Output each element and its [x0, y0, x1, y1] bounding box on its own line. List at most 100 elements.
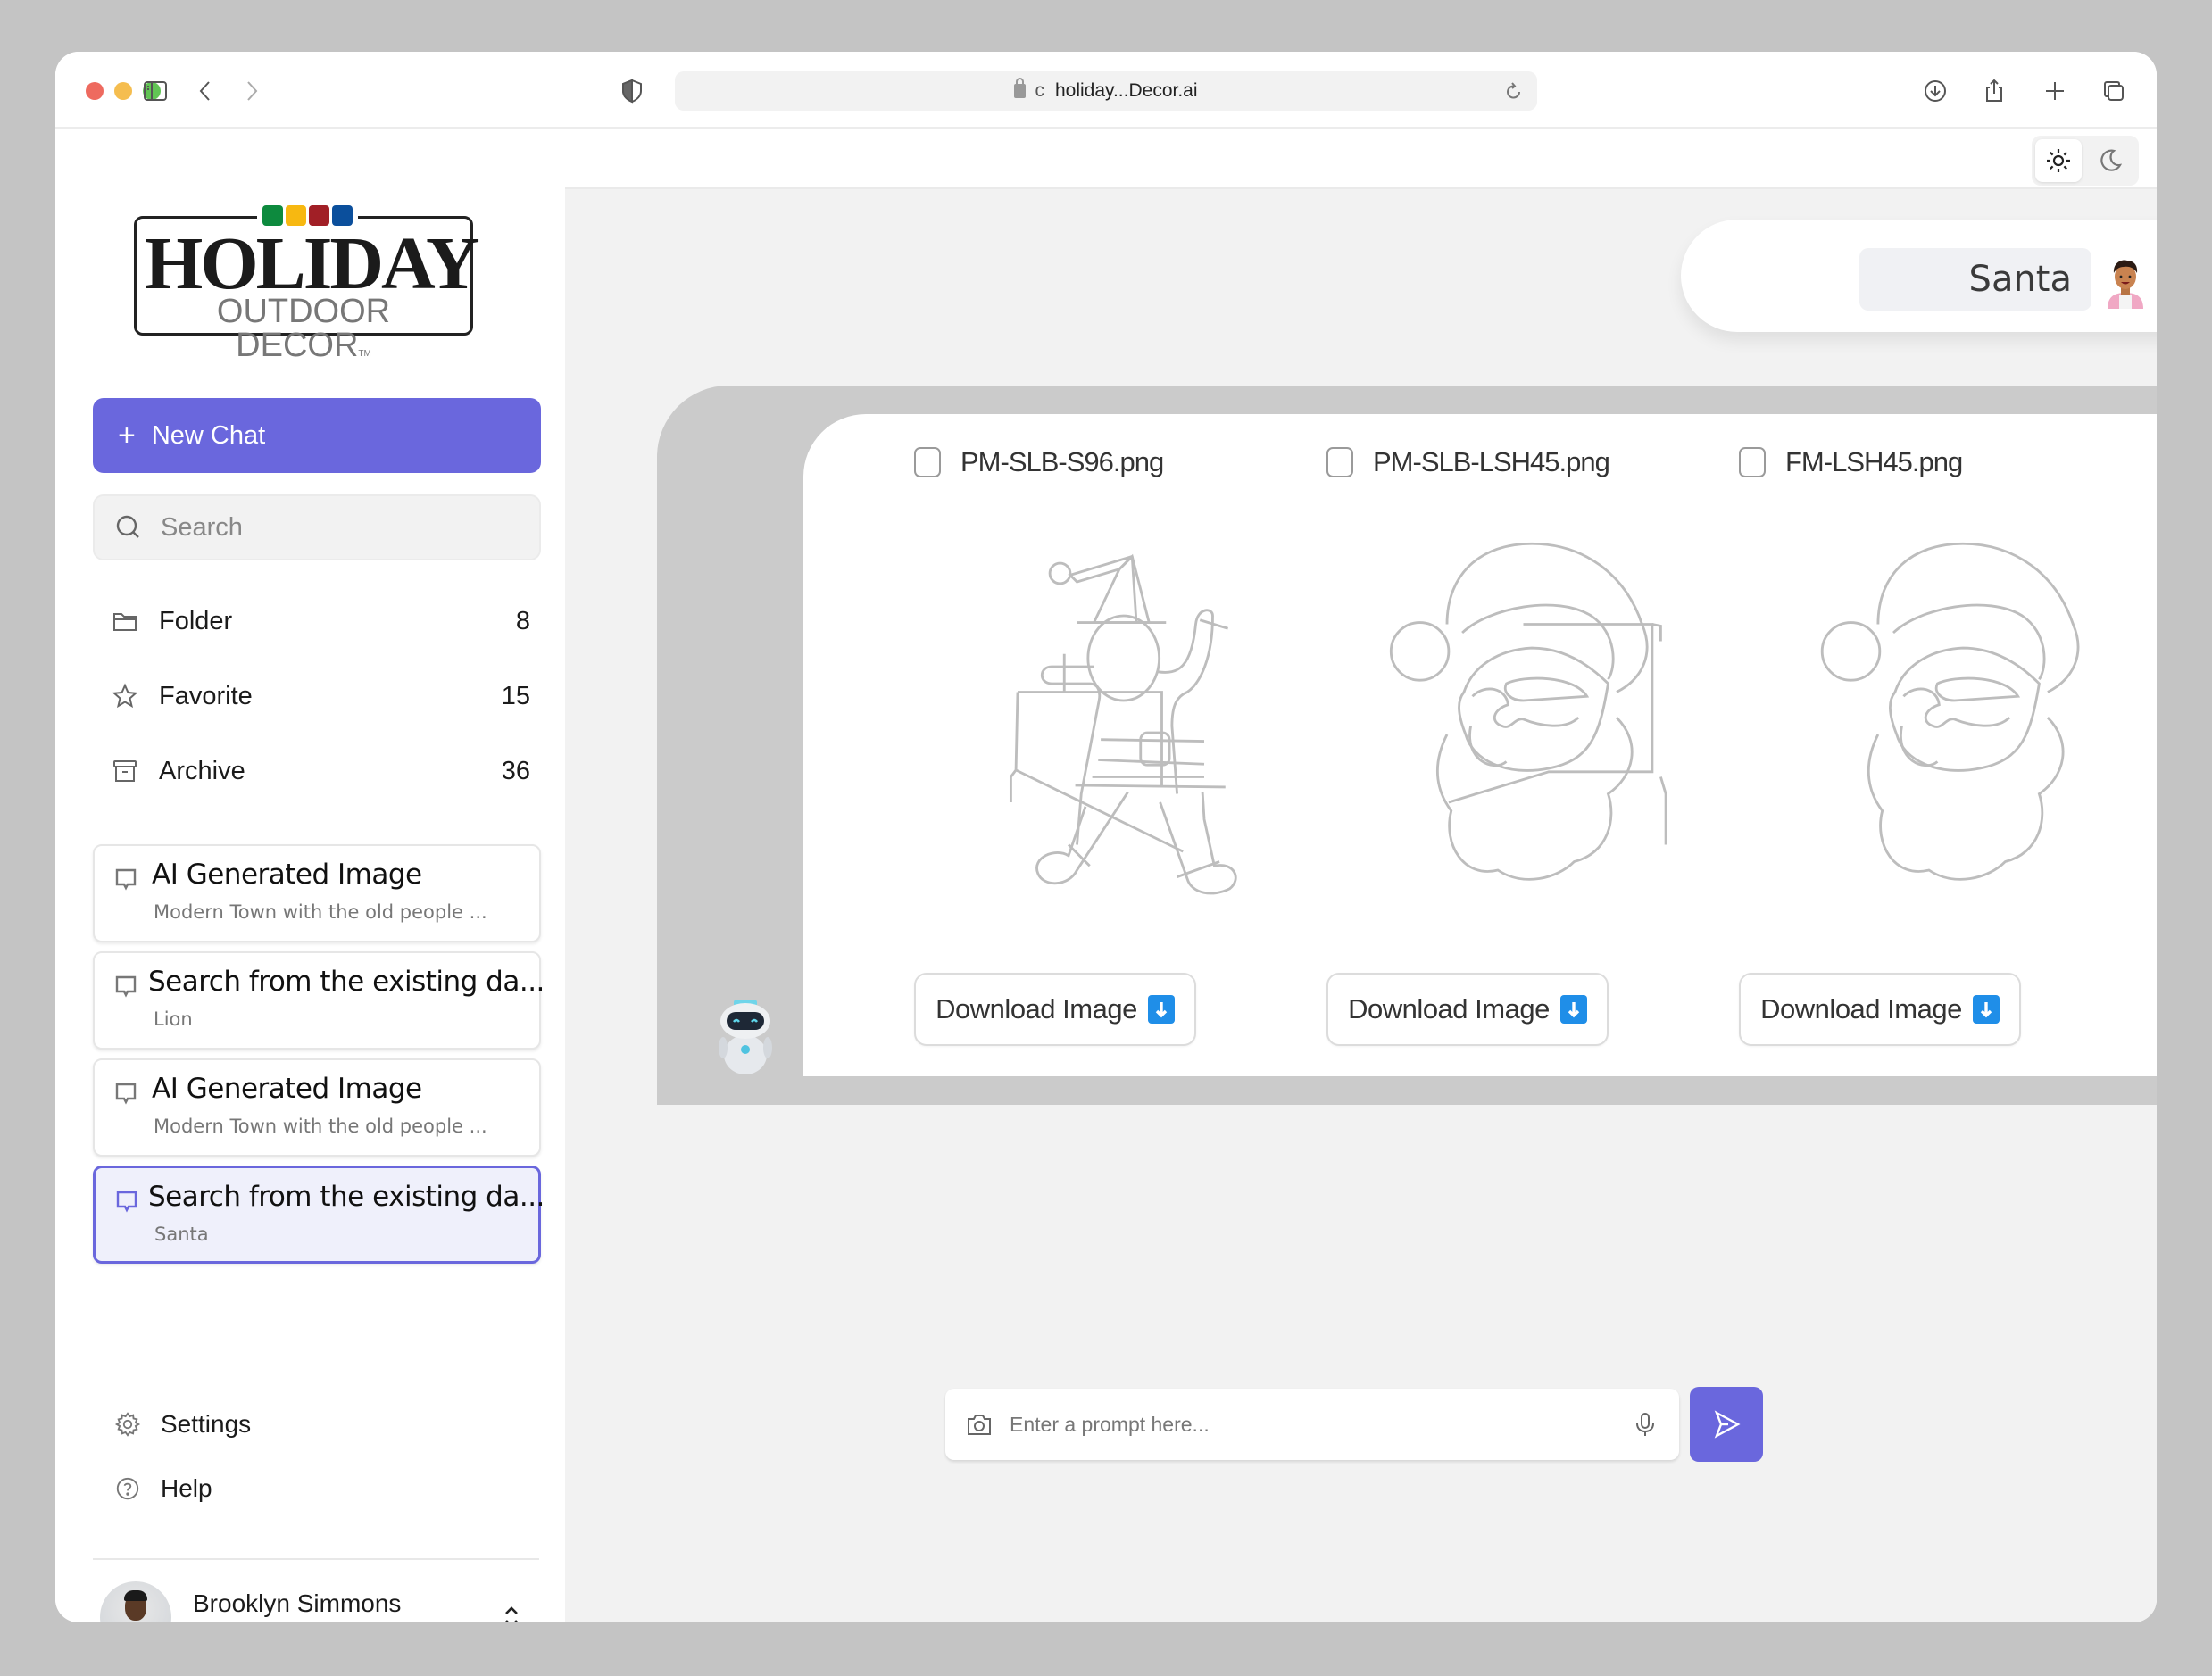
chat-history-item[interactable]: AI Generated Image Modern Town with the … — [93, 1058, 541, 1157]
browser-toolbar: c holiday...Decor.ai — [55, 52, 2157, 129]
settings-label: Settings — [161, 1410, 252, 1438]
chat-bubble-icon — [116, 1191, 137, 1213]
image-select-checkbox[interactable]: PM-SLB-S96.png — [914, 446, 1164, 478]
prompt-box — [945, 1389, 1679, 1460]
chat-subtitle: Santa — [154, 1224, 209, 1245]
download-label: Download Image — [936, 993, 1137, 1025]
search-icon — [116, 515, 139, 538]
download-arrow-icon — [1972, 995, 2000, 1024]
minimize-window-button[interactable] — [114, 82, 132, 100]
light-mode-button[interactable] — [2035, 139, 2082, 182]
image-result: PM-SLB-S96.png Download Image — [914, 414, 1325, 1076]
image-select-checkbox[interactable]: PM-SLB-LSH45.png — [1326, 446, 1610, 478]
sidebar-divider — [93, 1558, 539, 1560]
chat-bubble-icon — [115, 1083, 137, 1105]
chat-title: AI Generated Image — [152, 859, 422, 891]
dark-mode-button[interactable] — [2087, 139, 2133, 182]
archive-icon — [113, 760, 137, 782]
search-input[interactable] — [161, 512, 518, 543]
sidebar-item-count: 15 — [501, 681, 530, 710]
help-link[interactable]: Help — [114, 1469, 212, 1508]
chat-title: Search from the existing da... — [148, 966, 545, 998]
chat-history-item[interactable]: AI Generated Image Modern Town with the … — [93, 844, 541, 942]
image-results-card: PM-SLB-S96.png Download Image PM-SLB-LSH… — [803, 414, 2157, 1076]
logo-subtitle: OUTDOOR DECORTM — [145, 295, 462, 371]
avatar — [100, 1581, 171, 1622]
profile-name: Brooklyn Simmons — [193, 1589, 402, 1617]
address-bar[interactable]: c holiday...Decor.ai — [675, 71, 1537, 111]
moon-icon — [2100, 149, 2123, 171]
checkbox[interactable] — [914, 447, 941, 477]
chevron-up-down-icon[interactable] — [502, 1604, 521, 1622]
sidebar-toggle-icon[interactable] — [136, 71, 175, 111]
image-filename: FM-LSH45.png — [1785, 446, 1963, 477]
sidebar-item-label: Folder — [159, 606, 233, 635]
sun-icon — [2047, 149, 2070, 172]
trademark: TM — [358, 349, 371, 359]
download-image-button[interactable]: Download Image — [914, 973, 1196, 1046]
download-image-button[interactable]: Download Image — [1739, 973, 2021, 1046]
user-profile-menu[interactable]: Brooklyn Simmons Pro trial — [93, 1574, 539, 1622]
help-label: Help — [161, 1474, 212, 1502]
chat-title: Search from the existing da... — [148, 1181, 545, 1213]
privacy-shield-icon[interactable] — [612, 71, 652, 111]
user-message-text: Santa — [1859, 248, 2091, 311]
close-window-button[interactable] — [86, 82, 104, 100]
bot-response-panel: PM-SLB-S96.png Download Image PM-SLB-LSH… — [657, 386, 2157, 1105]
gear-icon — [114, 1412, 141, 1437]
new-chat-button[interactable]: + New Chat — [93, 398, 541, 473]
chat-bubble-icon — [115, 975, 137, 998]
reload-icon[interactable] — [1503, 80, 1525, 102]
microphone-icon[interactable] — [1631, 1410, 1659, 1439]
help-circle-icon — [116, 1477, 139, 1500]
new-chat-label: New Chat — [151, 420, 266, 450]
browser-window: c holiday...Decor.ai HOLIDAY OUTDOOR DEC… — [55, 52, 2157, 1622]
download-label: Download Image — [1760, 993, 1962, 1025]
new-tab-icon[interactable] — [2035, 71, 2075, 111]
chat-history-item[interactable]: Search from the existing da... Lion — [93, 951, 545, 1050]
logo-title: HOLIDAY — [145, 222, 480, 305]
user-message-bubble: Santa — [1681, 220, 2157, 332]
image-filename: PM-SLB-LSH45.png — [1373, 446, 1610, 477]
sidebar-item-count: 36 — [501, 756, 530, 785]
download-arrow-icon — [1147, 995, 1175, 1024]
camera-icon[interactable] — [965, 1410, 994, 1439]
prompt-input[interactable] — [1010, 1412, 1631, 1437]
checkbox[interactable] — [1326, 447, 1353, 477]
walking-santa-image — [950, 521, 1289, 914]
sidebar-item-folder[interactable]: Folder 8 — [111, 599, 530, 643]
brand-logo: HOLIDAY OUTDOOR DECORTM — [134, 205, 480, 362]
url-text: holiday...Decor.ai — [1054, 80, 1198, 101]
image-filename: PM-SLB-S96.png — [960, 446, 1164, 477]
chat-subtitle: Modern Town with the old people ... — [154, 901, 487, 923]
download-label: Download Image — [1348, 993, 1550, 1025]
sidebar: HOLIDAY OUTDOOR DECORTM + New Chat Folde… — [55, 129, 565, 1622]
checkbox[interactable] — [1739, 447, 1766, 477]
image-select-checkbox[interactable]: FM-LSH45.png — [1739, 446, 1963, 478]
theme-toggle[interactable] — [2032, 136, 2139, 186]
lock-icon — [1014, 78, 1027, 98]
settings-link[interactable]: Settings — [114, 1405, 251, 1444]
share-icon[interactable] — [1975, 71, 2014, 111]
download-image-button[interactable]: Download Image — [1326, 973, 1609, 1046]
chat-area: Santa PM-SLB-S96.png Download Image PM-S… — [565, 187, 2157, 1622]
sidebar-item-archive[interactable]: Archive 36 — [111, 749, 530, 793]
search-box[interactable] — [93, 494, 541, 560]
chat-subtitle: Modern Town with the old people ... — [154, 1116, 487, 1137]
sidebar-item-count: 8 — [515, 606, 530, 635]
sidebar-item-favorite[interactable]: Favorite 15 — [111, 674, 530, 718]
chat-history-item-active[interactable]: Search from the existing da... Santa — [93, 1166, 545, 1264]
folder-icon — [113, 613, 137, 631]
send-button[interactable] — [1690, 1387, 1763, 1462]
tab-overview-icon[interactable] — [2094, 71, 2133, 111]
chat-bubble-icon — [115, 868, 137, 891]
plus-icon: + — [118, 419, 136, 452]
image-result: FM-LSH45.png Download Image — [1739, 414, 2150, 1076]
sidebar-item-label: Archive — [159, 756, 245, 785]
user-avatar-icon — [2108, 260, 2143, 309]
profile-text: Brooklyn Simmons Pro trial — [193, 1589, 401, 1622]
forward-icon[interactable] — [232, 71, 271, 111]
downloads-icon[interactable] — [1916, 71, 1955, 111]
back-icon[interactable] — [186, 71, 225, 111]
main-area: Santa PM-SLB-S96.png Download Image PM-S… — [565, 129, 2157, 1622]
